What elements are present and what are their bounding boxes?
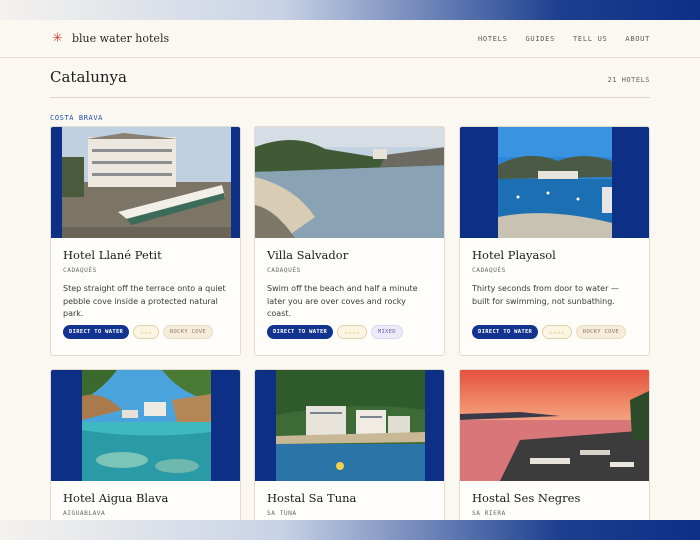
- hostal-sa-tuna-image: [276, 370, 425, 481]
- hotel-location: CADAQUÉS: [267, 267, 301, 274]
- hotel-photo[interactable]: [255, 127, 444, 238]
- tag-star-rating[interactable]: ☆☆☆☆: [542, 325, 572, 339]
- starburst-logo-icon[interactable]: ✳: [52, 31, 66, 46]
- tag-rocky-cove[interactable]: ROCKY COVE: [162, 325, 214, 339]
- hotel-description: Thirty seconds from door to water — buil…: [472, 284, 619, 306]
- top-navigation-bar: ✳ blue water hotels HOTELS GUIDES TELL U…: [0, 20, 700, 58]
- villa-salvador-image: [255, 127, 444, 238]
- hostal-ses-negres-image: [460, 370, 649, 481]
- hotel-photo[interactable]: [460, 127, 649, 238]
- tag-mixed[interactable]: MIXED: [370, 325, 403, 339]
- hotel-name[interactable]: Hotel Aigua Blava: [63, 491, 228, 505]
- tag-star-rating[interactable]: ☆☆☆: [133, 325, 159, 339]
- page-title: Catalunya: [50, 68, 127, 86]
- hotel-photo[interactable]: [255, 370, 444, 481]
- hotel-name[interactable]: Villa Salvador: [267, 248, 432, 262]
- nav-item-guides[interactable]: GUIDES: [526, 35, 556, 43]
- nav-item-hotels[interactable]: HOTELS: [478, 35, 508, 43]
- hotel-playasol-image: [498, 127, 612, 238]
- tag-list: DIRECT TO WATER ☆☆☆☆ MIXED: [267, 325, 432, 339]
- tag-direct-to-water[interactable]: DIRECT TO WATER: [63, 325, 130, 339]
- hotel-card[interactable]: Hostal Sa Tuna SA TUNA: [254, 369, 445, 520]
- hotel-location: CADAQUÉS: [63, 267, 97, 274]
- nav-item-about[interactable]: ABOUT: [625, 35, 650, 43]
- hotel-card[interactable]: Hostal Ses Negres SA RIERA: [459, 369, 650, 520]
- tag-list: DIRECT TO WATER ☆☆☆ ROCKY COVE: [63, 325, 228, 339]
- hotel-description: Swim off the beach and half a minute lat…: [267, 284, 418, 318]
- nav-item-tell-us[interactable]: TELL US: [573, 35, 607, 43]
- main-nav: HOTELS GUIDES TELL US ABOUT: [478, 35, 650, 43]
- hotel-name[interactable]: Hotel Llané Petit: [63, 248, 228, 262]
- hotel-photo[interactable]: [460, 370, 649, 481]
- hotel-count: 21 HOTELS: [607, 76, 650, 84]
- tag-rocky-cove[interactable]: ROCKY COVE: [575, 325, 626, 339]
- page-header: Catalunya 21 HOTELS: [50, 68, 650, 98]
- hotel-llane-petit-image: [62, 127, 231, 238]
- hotel-location: SA RIERA: [472, 510, 506, 517]
- hotel-location: AIGUABLAVA: [63, 510, 106, 517]
- hotel-description: Step straight off the terrace onto a qui…: [63, 284, 226, 318]
- tag-direct-to-water[interactable]: DIRECT TO WATER: [472, 325, 539, 339]
- hotel-card[interactable]: Villa Salvador CADAQUÉS Swim off the bea…: [254, 126, 445, 356]
- brand-name[interactable]: blue water hotels: [72, 32, 169, 45]
- hotel-name[interactable]: Hostal Sa Tuna: [267, 491, 432, 505]
- hotel-location: CADAQUÉS: [472, 267, 506, 274]
- hotel-card[interactable]: Hotel Llané Petit CADAQUÉS Step straight…: [50, 126, 241, 356]
- hotel-card[interactable]: Hotel Playasol CADAQUÉS Thirty seconds f…: [459, 126, 650, 356]
- tag-star-rating[interactable]: ☆☆☆☆: [337, 325, 367, 339]
- hotel-photo[interactable]: [51, 370, 240, 481]
- section-label: COSTA BRAVA: [50, 114, 103, 122]
- hotel-photo[interactable]: [51, 127, 240, 238]
- hotel-name[interactable]: Hotel Playasol: [472, 248, 637, 262]
- tag-list: DIRECT TO WATER ☆☆☆☆ ROCKY COVE: [472, 325, 637, 339]
- hotel-location: SA TUNA: [267, 510, 297, 517]
- hotel-card[interactable]: Hotel Aigua Blava AIGUABLAVA: [50, 369, 241, 520]
- browser-window: ✳ blue water hotels HOTELS GUIDES TELL U…: [0, 20, 700, 520]
- hotel-aigua-blava-image: [82, 370, 211, 481]
- tag-direct-to-water[interactable]: DIRECT TO WATER: [267, 325, 334, 339]
- hotel-name[interactable]: Hostal Ses Negres: [472, 491, 637, 505]
